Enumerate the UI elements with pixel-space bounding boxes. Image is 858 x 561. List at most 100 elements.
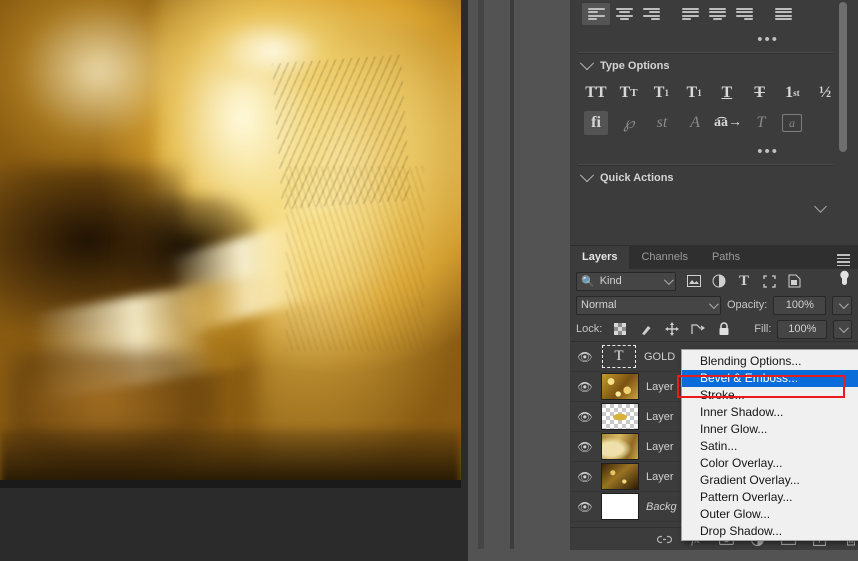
layer-style-menu[interactable]: Blending Options... Bevel & Emboss... St…: [681, 349, 858, 541]
align-left-icon[interactable]: [582, 3, 610, 25]
layer-thumbnail[interactable]: [601, 373, 639, 400]
lock-artboard-nesting-icon[interactable]: [690, 321, 706, 337]
quick-actions-header[interactable]: Quick Actions: [574, 166, 837, 190]
panel-strip-left[interactable]: [468, 0, 478, 549]
filter-kind-label: Kind: [599, 275, 622, 287]
standard-vertical-roman-icon[interactable]: a: [782, 114, 802, 132]
layer-thumbnail-transparent[interactable]: [601, 403, 639, 430]
layer-visibility-icon[interactable]: 👁: [576, 410, 594, 424]
subscript-icon[interactable]: T1: [682, 81, 706, 105]
properties-scrollbar-thumb[interactable]: [839, 2, 847, 152]
layer-name: Layer: [646, 410, 674, 423]
menu-item-blending-options[interactable]: Blending Options...: [682, 353, 858, 370]
lock-position-icon[interactable]: [664, 321, 680, 337]
panel-menu-icon[interactable]: [837, 252, 850, 268]
lock-all-icon[interactable]: [716, 321, 732, 337]
menu-item-drop-shadow[interactable]: Drop Shadow...: [682, 523, 858, 540]
menu-item-stroke[interactable]: Stroke...: [682, 387, 858, 404]
filter-kind-dropdown[interactable]: 🔍 Kind: [576, 271, 676, 291]
justify-last-right-icon[interactable]: [732, 3, 757, 25]
menu-item-pattern-overlay[interactable]: Pattern Overlay...: [682, 489, 858, 506]
contextual-alternates-icon[interactable]: a͡a→: [714, 111, 742, 135]
document-window[interactable]: [0, 0, 461, 488]
type-options-more-button[interactable]: •••: [574, 138, 837, 164]
justify-all-icon[interactable]: [771, 3, 796, 25]
fractions-icon[interactable]: ½: [813, 81, 837, 105]
lock-transparent-pixels-icon[interactable]: [612, 321, 628, 337]
menu-item-bevel-and-emboss[interactable]: Bevel & Emboss...: [682, 370, 858, 387]
filter-type-icons: T: [686, 273, 802, 289]
opacity-value: 100%: [785, 299, 814, 311]
ligatures-icon[interactable]: fi: [584, 111, 608, 135]
ordinals-icon[interactable]: 1st: [781, 81, 805, 105]
strikethrough-icon[interactable]: T: [748, 81, 772, 105]
justify-last-center-icon[interactable]: [705, 3, 730, 25]
menu-item-satin[interactable]: Satin...: [682, 438, 858, 455]
menu-item-gradient-overlay[interactable]: Gradient Overlay...: [682, 472, 858, 489]
fill-stepper[interactable]: [833, 319, 852, 339]
layer-filter-row: 🔍 Kind T: [570, 269, 858, 293]
stylistic-sets-icon[interactable]: T: [749, 111, 773, 135]
fill-label: Fill:: [754, 323, 772, 335]
link-layers-icon[interactable]: [657, 532, 672, 547]
align-right-icon[interactable]: [639, 3, 664, 25]
layer-name: Layer: [646, 380, 674, 393]
layer-thumbnail[interactable]: [601, 463, 639, 490]
filter-type-icon[interactable]: T: [736, 273, 752, 289]
opacity-label: Opacity:: [726, 299, 768, 311]
blend-mode-dropdown[interactable]: Normal: [576, 295, 721, 315]
underline-icon[interactable]: T: [715, 81, 739, 105]
titling-alternates-icon[interactable]: A: [683, 111, 707, 135]
collapsed-panel-column[interactable]: [484, 0, 510, 549]
filter-toggle-icon[interactable]: [839, 270, 850, 293]
layer-visibility-icon[interactable]: 👁: [576, 380, 594, 394]
all-caps-icon[interactable]: TT: [584, 81, 608, 105]
opacity-stepper[interactable]: [832, 295, 852, 315]
lock-label: Lock:: [576, 323, 603, 335]
layer-thumbnail-text[interactable]: T: [601, 344, 637, 369]
filter-shape-icon[interactable]: [761, 273, 777, 289]
tab-channels[interactable]: Channels: [629, 246, 699, 269]
layer-name: Layer: [646, 440, 674, 453]
filter-pixel-icon[interactable]: [686, 273, 702, 289]
small-caps-icon[interactable]: TT: [617, 81, 641, 105]
lock-image-pixels-icon[interactable]: [638, 321, 654, 337]
opacity-field[interactable]: 100%: [773, 295, 827, 315]
paragraph-alignment-row: [574, 0, 837, 26]
fill-field[interactable]: 100%: [777, 319, 828, 339]
filter-smart-object-icon[interactable]: [786, 273, 802, 289]
layer-thumbnail[interactable]: [601, 433, 639, 460]
layer-visibility-icon[interactable]: 👁: [576, 500, 594, 514]
chevron-down-icon[interactable]: [814, 200, 827, 213]
type-options-header[interactable]: Type Options: [574, 54, 837, 78]
justify-last-left-icon[interactable]: [678, 3, 703, 25]
workspace-bottom-bar: [0, 549, 468, 561]
quick-actions-title: Quick Actions: [600, 172, 674, 184]
type-options-row-1: TT TT T1 T1 T T 1st ½: [574, 78, 837, 108]
properties-panel: ••• Type Options TT TT T1 T1 T T 1st ½ f…: [574, 0, 837, 234]
lock-row: Lock: Fill: 100%: [570, 317, 858, 341]
layer-visibility-icon[interactable]: 👁: [576, 350, 594, 364]
fill-value: 100%: [788, 323, 817, 335]
superscript-icon[interactable]: T1: [650, 81, 674, 105]
tab-paths[interactable]: Paths: [700, 246, 752, 269]
panel-strip-right[interactable]: [514, 0, 570, 549]
menu-item-outer-glow[interactable]: Outer Glow...: [682, 506, 858, 523]
stylistic-alternates-icon[interactable]: st: [650, 111, 674, 135]
align-center-icon[interactable]: [612, 3, 637, 25]
menu-item-color-overlay[interactable]: Color Overlay...: [682, 455, 858, 472]
alignment-more-button[interactable]: •••: [574, 26, 837, 52]
layer-thumbnail-background[interactable]: [601, 493, 639, 520]
filter-adjustment-icon[interactable]: [711, 273, 727, 289]
swash-icon[interactable]: ℘: [617, 111, 641, 135]
layers-panel-tabbar: Layers Channels Paths: [570, 246, 858, 269]
canvas-workspace[interactable]: [0, 0, 468, 561]
layer-visibility-icon[interactable]: 👁: [576, 440, 594, 454]
quick-actions-body: [574, 190, 837, 234]
search-icon: 🔍: [581, 275, 595, 288]
chevron-down-icon: [579, 168, 595, 183]
menu-item-inner-glow[interactable]: Inner Glow...: [682, 421, 858, 438]
layer-visibility-icon[interactable]: 👁: [576, 470, 594, 484]
tab-layers[interactable]: Layers: [570, 246, 630, 269]
menu-item-inner-shadow[interactable]: Inner Shadow...: [682, 404, 858, 421]
